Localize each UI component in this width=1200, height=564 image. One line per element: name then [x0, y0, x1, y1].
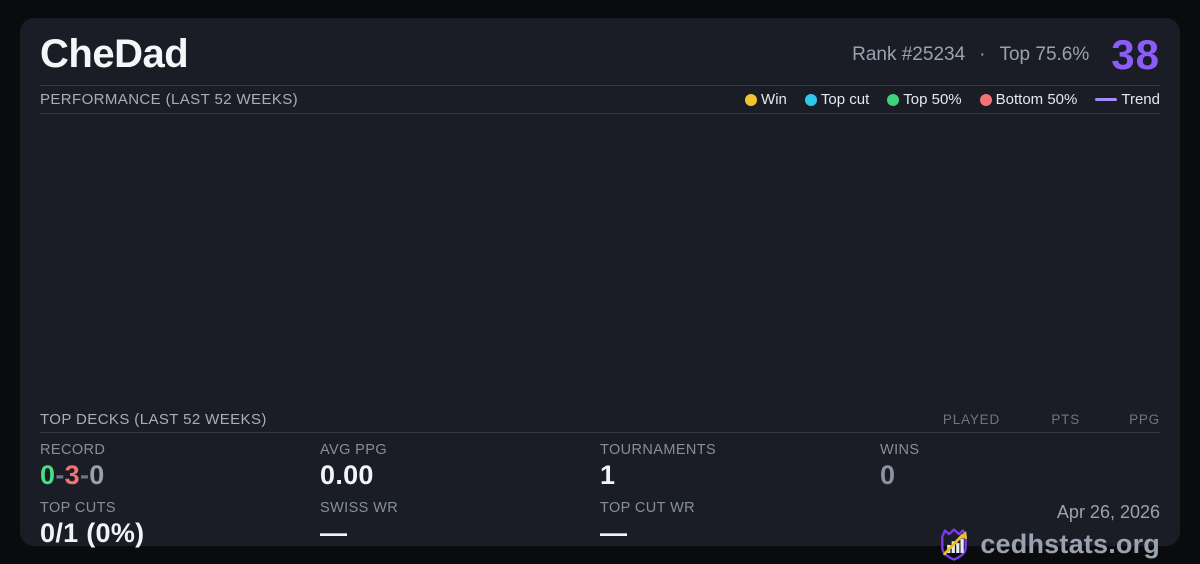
- legend-item-win: Win: [745, 91, 787, 108]
- record-separator-1: -: [55, 460, 65, 490]
- record-draws: 0: [89, 460, 105, 490]
- stat-wins-value: 0: [880, 460, 896, 490]
- player-score: 38: [1111, 30, 1160, 78]
- win-dot-icon: [745, 93, 758, 106]
- stat-wins-label: WINS: [880, 442, 920, 458]
- stat-tournaments-value: 1: [600, 460, 616, 490]
- record-wins: 0: [40, 460, 56, 490]
- legend-label-bottom-50: Bottom 50%: [995, 91, 1078, 108]
- top-percent-text: Top 75.6%: [999, 43, 1090, 65]
- stat-top-cut-wr-label: TOP CUT WR: [600, 500, 696, 516]
- stat-record: RECORD 0-3-0: [40, 442, 320, 491]
- top-decks-column-headers: PLAYED PTS PPG: [920, 412, 1160, 427]
- top-decks-header: TOP DECKS (LAST 52 WEEKS) PLAYED PTS PPG: [40, 406, 1160, 433]
- legend-item-top-cut: Top cut: [804, 91, 870, 108]
- performance-section-title: PERFORMANCE (LAST 52 WEEKS): [40, 91, 299, 108]
- rank-summary: Rank #25234 · Top 75.6% 38: [852, 31, 1160, 79]
- legend-label-trend: Trend: [1121, 91, 1160, 108]
- trend-line-icon: [1095, 98, 1118, 101]
- rank-text: Rank #25234: [852, 43, 966, 65]
- column-header-played: PLAYED: [942, 411, 1000, 427]
- player-stats-card: CheDad Rank #25234 · Top 75.6% 38 PERFOR…: [20, 18, 1180, 561]
- stat-avg-ppg: AVG PPG 0.00: [320, 442, 600, 491]
- card-footer: Apr 26, 2026 cedhstats.org: [880, 500, 1160, 562]
- player-name: CheDad: [40, 32, 189, 76]
- card-date: Apr 26, 2026: [1056, 502, 1160, 522]
- legend-item-top-50: Top 50%: [887, 91, 962, 108]
- stat-swiss-wr-value: —: [320, 518, 348, 548]
- stat-tournaments: TOURNAMENTS 1: [600, 442, 880, 491]
- stat-swiss-wr: SWISS WR —: [320, 500, 600, 562]
- top-cut-dot-icon: [804, 93, 817, 106]
- site-name: cedhstats.org: [980, 528, 1160, 559]
- record-losses: 3: [64, 460, 80, 490]
- stat-avg-ppg-value: 0.00: [320, 460, 374, 490]
- stat-record-value: 0-3-0: [40, 460, 320, 491]
- top-decks-section-title: TOP DECKS (LAST 52 WEEKS): [40, 410, 267, 428]
- legend-label-top-50: Top 50%: [903, 91, 962, 108]
- column-header-pts: PTS: [1051, 411, 1080, 427]
- stat-record-label: RECORD: [40, 442, 106, 458]
- stat-top-cut-wr: TOP CUT WR —: [600, 500, 880, 562]
- stat-top-cuts-value: 0/1 (0%): [40, 518, 145, 548]
- stat-wins: WINS 0: [880, 442, 1160, 491]
- legend-item-bottom-50: Bottom 50%: [979, 91, 1078, 108]
- stat-swiss-wr-label: SWISS WR: [320, 500, 399, 516]
- legend-label-win: Win: [761, 91, 787, 108]
- stat-avg-ppg-label: AVG PPG: [320, 442, 387, 458]
- record-separator-2: -: [79, 460, 90, 490]
- site-branding: cedhstats.org: [936, 526, 1160, 562]
- top-50-dot-icon: [887, 93, 900, 106]
- stat-tournaments-label: TOURNAMENTS: [600, 442, 717, 458]
- column-header-ppg: PPG: [1129, 411, 1160, 427]
- chart-legend: Win Top cut Top 50% Bottom 50% Trend: [745, 91, 1160, 108]
- card-header: CheDad Rank #25234 · Top 75.6% 38: [40, 18, 1160, 86]
- legend-item-trend: Trend: [1095, 91, 1160, 108]
- stat-top-cut-wr-value: —: [600, 518, 628, 548]
- stat-top-cuts: TOP CUTS 0/1 (0%): [40, 500, 320, 562]
- stats-row-2: TOP CUTS 0/1 (0%) SWISS WR — TOP CUT WR …: [40, 491, 1160, 562]
- stat-top-cuts-label: TOP CUTS: [40, 500, 116, 516]
- cedhstats-logo-icon: [941, 528, 968, 561]
- bottom-50-dot-icon: [979, 93, 992, 106]
- performance-header: PERFORMANCE (LAST 52 WEEKS) Win Top cut …: [40, 86, 1160, 114]
- performance-chart-plot-area: [40, 114, 1160, 406]
- stats-row-1: RECORD 0-3-0 AVG PPG 0.00 TOURNAMENTS 1 …: [40, 433, 1160, 491]
- legend-label-top-cut: Top cut: [820, 91, 870, 108]
- rank-separator-dot: ·: [979, 43, 986, 65]
